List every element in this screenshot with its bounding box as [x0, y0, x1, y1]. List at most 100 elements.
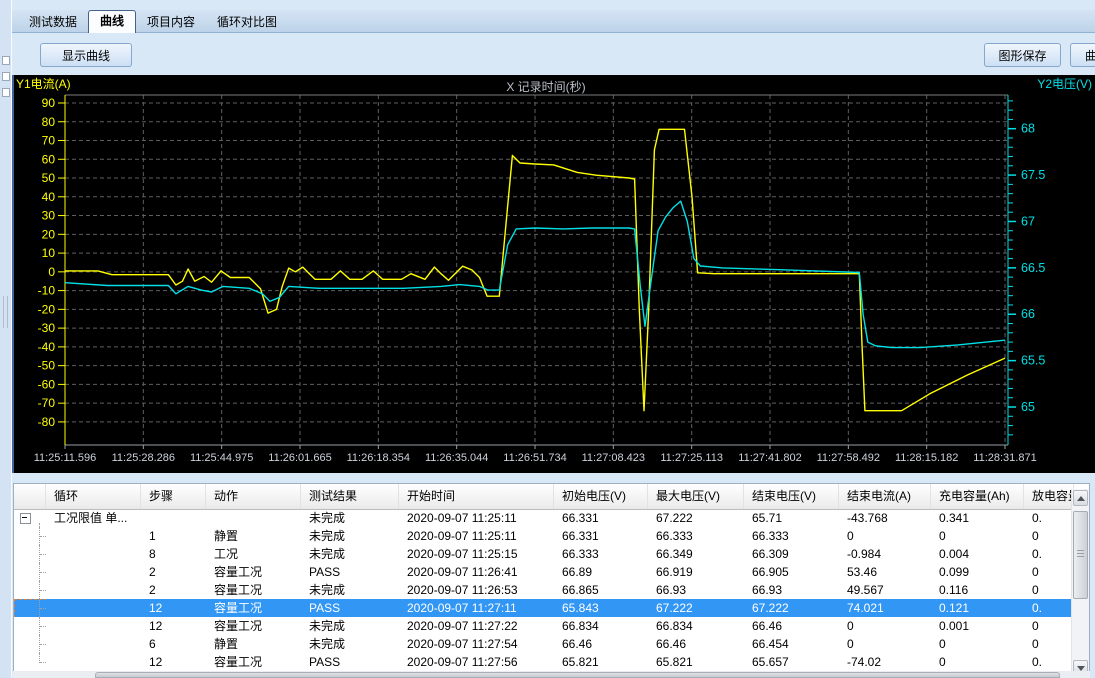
scroll-up-button[interactable]	[1073, 490, 1088, 506]
tab-cycle-compare[interactable]: 循环对比图	[206, 12, 288, 32]
tree-branch	[40, 554, 46, 555]
table-cell: 0	[1024, 563, 1072, 581]
svg-text:11:27:08.423: 11:27:08.423	[582, 452, 645, 464]
table-cell: 66.333	[648, 527, 744, 545]
tab-curve[interactable]: 曲线	[88, 10, 136, 33]
y1-axis-title: Y1电流(A)	[16, 77, 71, 91]
table-cell: 2020-09-07 11:27:56	[399, 653, 554, 671]
column-header-1[interactable]: 循环	[46, 484, 141, 509]
table-cell: 0	[839, 635, 931, 653]
svg-text:11:26:18.354: 11:26:18.354	[347, 452, 410, 464]
table-cell: 0.	[1024, 545, 1072, 563]
curve-chart[interactable]: 9080706050403020100-10-20-30-40-50-60-70…	[14, 75, 1095, 473]
tab-bar: 测试数据曲线项目内容循环对比图	[12, 10, 1095, 33]
column-header-5[interactable]: 开始时间	[399, 484, 554, 509]
table-cell: 2020-09-07 11:27:22	[399, 617, 554, 635]
table-cell: 未完成	[301, 617, 399, 635]
tree-cell	[14, 527, 46, 545]
table-row[interactable]: 12容量工况PASS2020-09-07 11:27:1165.84367.22…	[14, 599, 1072, 617]
table-cell: 2020-09-07 11:26:41	[399, 563, 554, 581]
column-header-2[interactable]: 步骤	[141, 484, 206, 509]
focus-rect	[14, 599, 46, 617]
table-cell	[206, 509, 301, 527]
table-cell: 0.	[1024, 509, 1072, 527]
splitter-grip[interactable]	[3, 296, 8, 328]
table-row[interactable]: 12容量工况未完成2020-09-07 11:27:2266.83466.834…	[14, 617, 1072, 635]
svg-text:70: 70	[42, 134, 56, 148]
svg-text:20: 20	[42, 227, 56, 241]
svg-text:66.5: 66.5	[1021, 261, 1045, 275]
table-cell: 49.567	[839, 581, 931, 599]
collapse-icon[interactable]	[20, 513, 31, 524]
table-cell: 66.331	[554, 509, 648, 527]
toolbar: 显示曲线 图形保存 曲	[12, 33, 1095, 75]
hscroll-thumb[interactable]	[95, 672, 1060, 678]
table-cell: 6	[141, 635, 206, 653]
column-header-6[interactable]: 初始电压(V)	[554, 484, 648, 509]
tree-cell	[14, 635, 46, 653]
vertical-scrollbar[interactable]	[1071, 489, 1089, 677]
table-cell: 0	[839, 527, 931, 545]
table-body: 工况限值 单...未完成2020-09-07 11:25:1166.33167.…	[14, 509, 1072, 671]
svg-text:80: 80	[42, 115, 56, 129]
svg-text:-20: -20	[38, 302, 56, 316]
clipped-curve-button[interactable]: 曲	[1070, 43, 1095, 67]
table-cell: 66.46	[648, 635, 744, 653]
column-header-4[interactable]: 测试结果	[301, 484, 399, 509]
save-graph-button[interactable]: 图形保存	[984, 43, 1061, 67]
column-header-0[interactable]	[14, 484, 46, 509]
horizontal-scrollbar[interactable]	[13, 671, 1090, 678]
table-cell: 0.099	[931, 563, 1024, 581]
svg-text:30: 30	[42, 209, 56, 223]
y2-axis-title: Y2电压(V)	[1037, 77, 1092, 91]
tree-branch	[40, 662, 46, 663]
table-cell	[46, 581, 141, 599]
tree-cell	[14, 509, 46, 527]
table-cell: 66.46	[554, 635, 648, 653]
table-cell: 工况	[206, 545, 301, 563]
table-row[interactable]: 2容量工况未完成2020-09-07 11:26:5366.86566.9366…	[14, 581, 1072, 599]
svg-text:50: 50	[42, 171, 56, 185]
table-cell: 未完成	[301, 509, 399, 527]
table-row[interactable]: 8工况未完成2020-09-07 11:25:1566.33366.34966.…	[14, 545, 1072, 563]
table-cell: 66.919	[648, 563, 744, 581]
table-row[interactable]: 2容量工况PASS2020-09-07 11:26:4166.8966.9196…	[14, 563, 1072, 581]
column-header-11[interactable]: 放电容量(Ah)	[1024, 484, 1074, 509]
column-header-7[interactable]: 最大电压(V)	[648, 484, 744, 509]
tab-test-data[interactable]: 测试数据	[18, 12, 88, 32]
table-cell: 0	[1024, 617, 1072, 635]
tree-branch	[40, 590, 46, 591]
table-row[interactable]: 6静置未完成2020-09-07 11:27:5466.4666.4666.45…	[14, 635, 1072, 653]
tab-project-content[interactable]: 项目内容	[136, 12, 206, 32]
table-cell: 容量工况	[206, 617, 301, 635]
tree-cell	[14, 563, 46, 581]
svg-text:11:26:51.734: 11:26:51.734	[503, 452, 566, 464]
table-cell: PASS	[301, 599, 399, 617]
panel-icon	[2, 88, 10, 97]
column-header-3[interactable]: 动作	[206, 484, 301, 509]
tree-branch	[40, 572, 46, 573]
scroll-thumb[interactable]	[1073, 511, 1088, 599]
column-header-9[interactable]: 结束电流(A)	[839, 484, 931, 509]
table-cell	[46, 563, 141, 581]
show-curve-button[interactable]: 显示曲线	[40, 43, 132, 67]
table-cell: 2020-09-07 11:27:11	[399, 599, 554, 617]
table-row[interactable]: 1静置未完成2020-09-07 11:25:1166.33166.33366.…	[14, 527, 1072, 545]
horizontal-splitter[interactable]	[12, 473, 1095, 483]
svg-text:-70: -70	[38, 396, 56, 410]
table-cell: 容量工况	[206, 653, 301, 671]
table-row[interactable]: 工况限值 单...未完成2020-09-07 11:25:1166.33167.…	[14, 509, 1072, 527]
column-header-10[interactable]: 充电容量(Ah)	[931, 484, 1024, 509]
table-cell: 2020-09-07 11:27:54	[399, 635, 554, 653]
table-cell: 0	[1024, 527, 1072, 545]
column-header-8[interactable]: 结束电压(V)	[744, 484, 839, 509]
table-cell: 0	[1024, 635, 1072, 653]
triangle-down-icon	[1077, 666, 1085, 671]
table-cell: 66.46	[744, 617, 839, 635]
table-cell: 容量工况	[206, 563, 301, 581]
table-cell: 0	[931, 527, 1024, 545]
svg-text:-50: -50	[38, 359, 56, 373]
svg-text:40: 40	[42, 190, 56, 204]
table-row[interactable]: 12容量工况PASS2020-09-07 11:27:5665.82165.82…	[14, 653, 1072, 671]
x-axis-title: X 记录时间(秒)	[506, 80, 585, 94]
